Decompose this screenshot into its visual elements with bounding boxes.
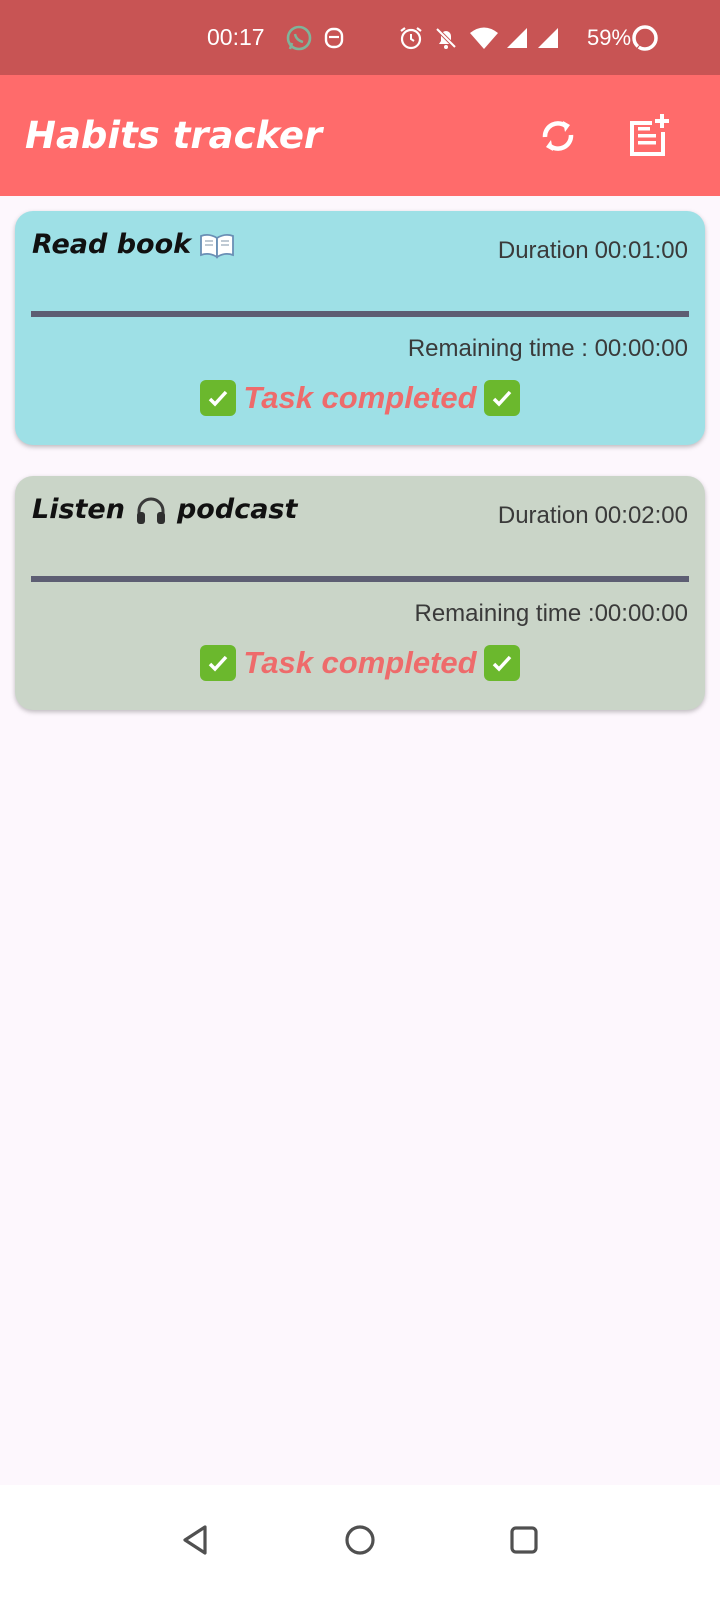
habit-name: Read book xyxy=(32,229,235,260)
battery-percent: 59% xyxy=(587,24,632,50)
recents-icon xyxy=(510,1526,538,1554)
signal-icon xyxy=(505,0,529,75)
check-mark-icon xyxy=(483,380,520,416)
remaining-value: 00:00:00 xyxy=(594,600,688,627)
habit-status: Task completed xyxy=(15,376,705,420)
habit-progress-bar xyxy=(31,576,689,582)
recents-button[interactable] xyxy=(494,1510,554,1570)
duration-label: Duration xyxy=(497,237,589,264)
signal-icon xyxy=(536,0,560,75)
status-bar: 00:17 59% xyxy=(0,0,720,75)
remaining-label: Remaining time : xyxy=(414,600,595,627)
remaining-value: 00:00:00 xyxy=(594,335,688,362)
add-note-icon xyxy=(630,114,669,156)
app-title: Habits tracker xyxy=(25,114,323,157)
duration-value: 00:02:00 xyxy=(594,502,688,529)
battery-ring-icon xyxy=(630,0,660,75)
wifi-icon xyxy=(469,0,499,75)
refresh-button[interactable] xyxy=(530,108,586,164)
habit-duration: Duration 00:01:00 xyxy=(498,237,688,265)
habit-name-text-before: Listen xyxy=(32,494,125,525)
open-book-icon xyxy=(199,231,235,259)
check-mark-icon xyxy=(483,645,520,681)
back-button[interactable] xyxy=(166,1510,226,1570)
habit-name-text: Read book xyxy=(32,229,192,260)
habit-card-listen-podcast[interactable]: Listen podcast Duration 00:02:00 Remainin… xyxy=(15,476,705,710)
habit-progress-bar xyxy=(31,311,689,317)
headphones-icon xyxy=(135,495,167,525)
home-icon xyxy=(345,1525,375,1555)
back-icon xyxy=(183,1525,207,1555)
app-bar: Habits tracker xyxy=(0,75,720,196)
home-button[interactable] xyxy=(330,1510,390,1570)
whatsapp-icon xyxy=(285,0,313,75)
remaining-label: Remaining time : xyxy=(407,335,595,362)
habit-name-text-after: podcast xyxy=(176,494,298,525)
habit-remaining: Remaining time : 00:00:00 xyxy=(408,335,688,363)
habit-remaining: Remaining time :00:00:00 xyxy=(415,600,689,628)
habit-status: Task completed xyxy=(15,641,705,685)
habit-card-read-book[interactable]: Read book Duration 00:01:00 Remaining tim… xyxy=(15,211,705,445)
habit-duration: Duration 00:02:00 xyxy=(498,502,688,530)
alarm-icon xyxy=(398,0,424,75)
status-time: 00:17 xyxy=(207,24,265,50)
add-habit-button[interactable] xyxy=(620,108,676,164)
duration-value: 00:01:00 xyxy=(594,237,688,264)
navigation-bar xyxy=(0,1485,720,1600)
duration-label: Duration xyxy=(497,502,589,529)
notification-app-icon xyxy=(323,0,345,75)
check-mark-icon xyxy=(200,645,237,681)
habit-name: Listen podcast xyxy=(32,494,297,525)
status-text: Task completed xyxy=(243,645,477,680)
status-text: Task completed xyxy=(243,380,477,415)
check-mark-icon xyxy=(200,380,237,416)
refresh-icon xyxy=(542,121,574,151)
bell-off-icon xyxy=(433,0,459,75)
